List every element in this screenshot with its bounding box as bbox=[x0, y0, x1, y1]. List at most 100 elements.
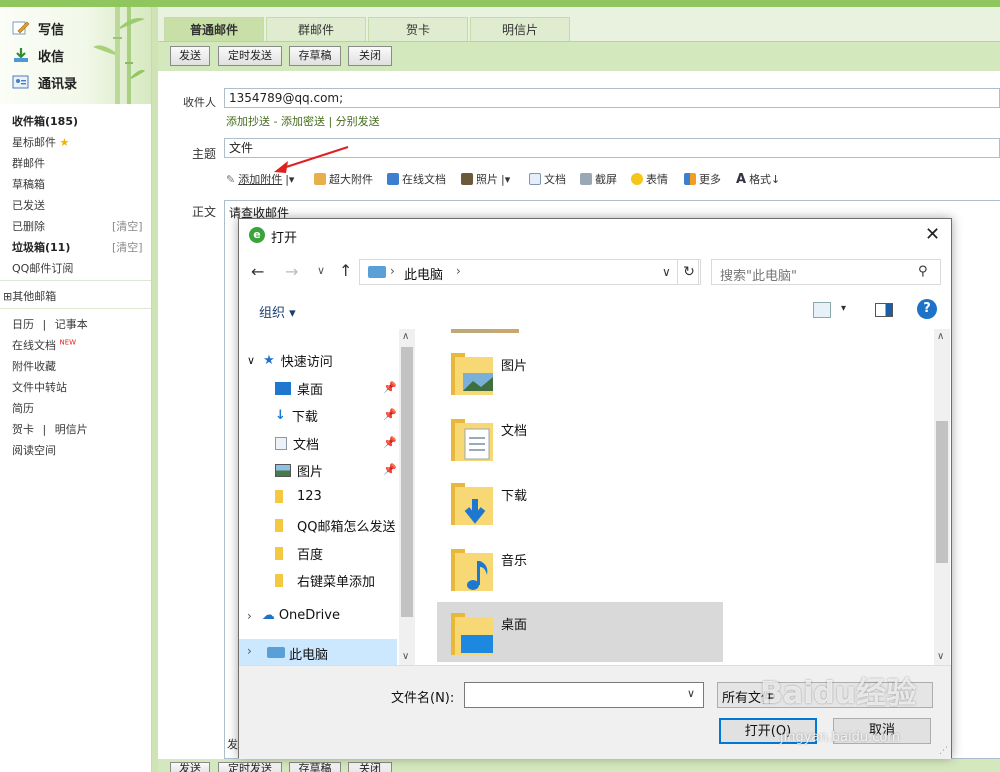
separator: | bbox=[42, 423, 47, 436]
scheduled-send-button[interactable]: 定时发送 bbox=[218, 46, 282, 66]
sidebar-item-spam[interactable]: 垃圾箱(11) bbox=[12, 239, 70, 255]
sidebar-item-reading-space[interactable]: 阅读空间 bbox=[12, 442, 56, 458]
help-icon[interactable]: ? bbox=[917, 299, 937, 319]
bottom-send-button[interactable]: 发送 bbox=[170, 762, 210, 772]
scroll-up-icon[interactable]: ∧ bbox=[937, 331, 944, 342]
sidebar-item-deleted[interactable]: 已删除 bbox=[12, 218, 45, 234]
big-attachment-label: 超大附件 bbox=[329, 173, 373, 186]
send-button[interactable]: 发送 bbox=[170, 46, 210, 66]
contacts-nav[interactable]: 通讯录 bbox=[12, 71, 77, 93]
filename-input[interactable]: ∨ bbox=[464, 682, 704, 708]
sidebar-item-transfer[interactable]: 文件中转站 bbox=[12, 379, 67, 395]
tree-item-pictures[interactable]: 图片 bbox=[275, 461, 323, 480]
postcard-link[interactable]: 明信片 bbox=[55, 423, 88, 436]
close-button[interactable]: 关闭 bbox=[348, 46, 392, 66]
search-input[interactable]: 搜索"此电脑" ⚲ bbox=[711, 259, 941, 285]
up-arrow-icon[interactable]: ↑ bbox=[339, 261, 352, 280]
tree-onedrive[interactable]: › ☁ OneDrive bbox=[247, 608, 340, 623]
sidebar-item-starred[interactable]: 星标邮件 ★ bbox=[12, 134, 69, 150]
file-name-documents: 文档 bbox=[501, 424, 528, 439]
sidebar-item-online-docs[interactable]: 在线文档 NEW bbox=[12, 337, 76, 353]
sidebar-item-drafts[interactable]: 草稿箱 bbox=[12, 176, 45, 192]
refresh-icon[interactable]: ↻ bbox=[677, 259, 701, 285]
save-draft-button[interactable]: 存草稿 bbox=[289, 46, 341, 66]
inbox-nav[interactable]: 收信 bbox=[12, 44, 64, 66]
sidebar-item-resume[interactable]: 简历 bbox=[12, 400, 34, 416]
tab-group-mail[interactable]: 群邮件 bbox=[266, 17, 366, 41]
spam-clear-link[interactable]: [清空] bbox=[112, 239, 143, 255]
sidebar-item-subscribe[interactable]: QQ邮件订阅 bbox=[12, 260, 73, 276]
more-tool[interactable]: 更多 bbox=[684, 171, 721, 187]
tree-item-baidu[interactable]: 百度 bbox=[275, 544, 323, 563]
calendar-link[interactable]: 日历 bbox=[12, 318, 34, 331]
tree-item-downloads[interactable]: ↓ 下载 bbox=[275, 406, 318, 425]
file-scroll-thumb[interactable] bbox=[936, 421, 948, 563]
preview-pane-icon[interactable] bbox=[875, 303, 893, 317]
greeting-card-link[interactable]: 贺卡 bbox=[12, 423, 34, 436]
document-tool[interactable]: 文档 bbox=[529, 171, 566, 187]
resize-grip-icon[interactable]: ⋰ bbox=[939, 746, 948, 756]
close-icon[interactable]: ✕ bbox=[925, 224, 940, 245]
file-list-scrollbar[interactable]: ∧ ∨ bbox=[934, 329, 950, 665]
screenshot-tool[interactable]: 截屏 bbox=[580, 171, 617, 187]
tree-item-documents[interactable]: 文档 bbox=[275, 434, 319, 453]
tree-item-123[interactable]: 123 bbox=[275, 489, 322, 504]
pin-icon[interactable]: 📌 bbox=[383, 408, 397, 421]
chevron-down-icon[interactable]: ∨ bbox=[662, 265, 671, 279]
photo-tool[interactable]: 照片 |▾ bbox=[461, 171, 510, 187]
chevron-down-icon[interactable]: ∨ bbox=[687, 687, 695, 700]
notes-link[interactable]: 记事本 bbox=[55, 318, 88, 331]
address-bar[interactable]: › 此电脑 › ∨ bbox=[359, 259, 699, 285]
star-icon: ★ bbox=[59, 136, 70, 149]
scroll-down-icon[interactable]: ∨ bbox=[937, 651, 944, 662]
cc-bcc-links[interactable]: 添加抄送 - 添加密送 | 分别发送 bbox=[226, 113, 380, 129]
document-label: 文档 bbox=[544, 173, 566, 186]
bottom-scheduled-button[interactable]: 定时发送 bbox=[218, 762, 282, 772]
compose-nav[interactable]: 写信 bbox=[12, 17, 64, 39]
nav-scrollbar[interactable]: ∧ ∨ bbox=[399, 329, 415, 665]
emoji-tool[interactable]: 表情 bbox=[631, 171, 668, 187]
tree-item-desktop[interactable]: 桌面 bbox=[275, 379, 323, 398]
online-doc-icon bbox=[387, 173, 399, 185]
pin-icon[interactable]: 📌 bbox=[383, 463, 397, 476]
organize-menu[interactable]: 组织 ▾ bbox=[259, 302, 296, 321]
tree-quick-access[interactable]: ∨ ★ 快速访问 bbox=[247, 351, 333, 370]
scroll-up-icon[interactable]: ∧ bbox=[402, 331, 409, 342]
bottom-close-button[interactable]: 关闭 bbox=[348, 762, 392, 772]
forward-arrow-icon[interactable]: → bbox=[285, 262, 298, 281]
online-doc-tool[interactable]: 在线文档 bbox=[387, 171, 446, 187]
sidebar-item-attachments[interactable]: 附件收藏 bbox=[12, 358, 56, 374]
cloud-icon: ☁ bbox=[261, 608, 275, 623]
tree-item-qq-mail[interactable]: QQ邮箱怎么发送 bbox=[275, 516, 399, 535]
deleted-clear-link[interactable]: [清空] bbox=[112, 218, 143, 234]
subject-label: 主题 bbox=[191, 147, 216, 161]
tab-greeting-card[interactable]: 贺卡 bbox=[368, 17, 468, 41]
scroll-down-icon[interactable]: ∨ bbox=[402, 651, 409, 662]
pin-icon[interactable]: 📌 bbox=[383, 381, 397, 394]
back-arrow-icon[interactable]: ← bbox=[251, 262, 264, 281]
to-field[interactable]: 1354789@qq.com; bbox=[224, 88, 1000, 108]
big-attachment-tool[interactable]: 超大附件 bbox=[314, 171, 373, 187]
tree-item-context-menu[interactable]: 右键菜单添加 bbox=[275, 571, 375, 590]
pictures-folder-icon bbox=[451, 353, 493, 395]
sidebar-item-other-mailbox[interactable]: ⊞其他邮箱 bbox=[3, 288, 56, 304]
pin-icon[interactable]: 📌 bbox=[383, 436, 397, 449]
tab-postcard[interactable]: 明信片 bbox=[470, 17, 570, 41]
nav-scroll-thumb[interactable] bbox=[401, 347, 413, 617]
view-dropdown-icon[interactable]: ▾ bbox=[841, 303, 846, 314]
recent-dropdown-icon[interactable]: ∨ bbox=[317, 264, 325, 277]
sidebar-item-group[interactable]: 群邮件 bbox=[12, 155, 45, 171]
tab-normal-mail[interactable]: 普通邮件 bbox=[164, 17, 264, 41]
tree-this-pc-selected[interactable]: › 此电脑 bbox=[239, 639, 397, 665]
folder-icon bbox=[275, 547, 283, 560]
format-tool[interactable]: A 格式↓ bbox=[736, 171, 780, 187]
downloads-folder-icon bbox=[451, 483, 493, 525]
sidebar-header: 写信 收信 通讯录 bbox=[0, 7, 152, 104]
sidebar-item-sent[interactable]: 已发送 bbox=[12, 197, 45, 213]
breadcrumb-this-pc[interactable]: 此电脑 bbox=[404, 264, 443, 283]
view-options-icon[interactable] bbox=[813, 302, 831, 318]
sidebar-item-inbox[interactable]: 收件箱(185) bbox=[12, 113, 78, 129]
bottom-save-draft-button[interactable]: 存草稿 bbox=[289, 762, 341, 772]
bamboo-decoration-icon bbox=[93, 7, 145, 104]
dialog-titlebar: e 打开 ✕ bbox=[239, 219, 951, 253]
